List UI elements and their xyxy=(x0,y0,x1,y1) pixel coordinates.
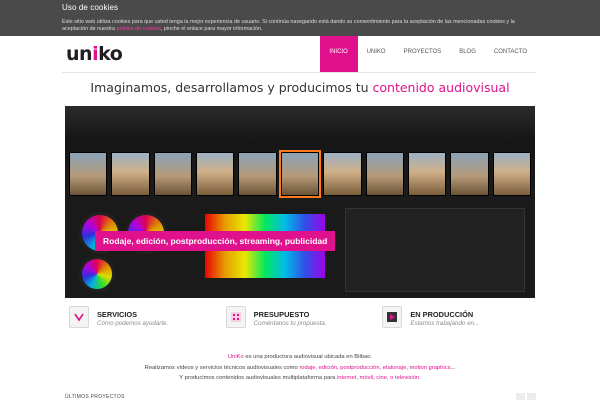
about-line-3: Y producimos contenidos audiovisuales mu… xyxy=(0,373,600,384)
uniko-logo[interactable]: uniko xyxy=(66,43,123,65)
cookie-banner: Uso de cookies Este sitio web utiliza co… xyxy=(0,0,600,36)
about-line-1: UniKo es una productora audiovisual ubic… xyxy=(0,352,600,363)
film-frame xyxy=(323,152,362,196)
projects-title: ÚLTIMOS PROYECTOS xyxy=(65,394,125,400)
about-text: UniKo es una productora audiovisual ubic… xyxy=(0,352,600,384)
logo-text-pre: un xyxy=(66,43,93,65)
prev-arrow-icon[interactable] xyxy=(516,393,525,400)
tagline: Imaginamos, desarrollamos y producimos t… xyxy=(0,80,600,95)
film-frame xyxy=(450,152,489,196)
about-line-3-pre: Y producimos contenidos audiovisuales mu… xyxy=(179,375,337,381)
film-icon xyxy=(382,306,403,328)
color-wheel-icon xyxy=(79,256,115,292)
projects-nav xyxy=(516,393,536,400)
film-frame xyxy=(196,152,235,196)
editor-toolbar-image xyxy=(65,106,535,140)
service-title: SERVICIOS xyxy=(97,310,138,319)
about-platforms-links[interactable]: internet, móvil, cine, o televisión xyxy=(337,375,419,381)
film-frame xyxy=(407,152,447,196)
nav-item-proyectos[interactable]: PROYECTOS xyxy=(395,36,451,72)
film-frame xyxy=(278,150,322,198)
film-frame xyxy=(153,152,193,196)
hero-slider[interactable]: Rodaje, edición, postproducción, streami… xyxy=(65,106,535,298)
service-title: EN PRODUCCIÓN xyxy=(410,310,474,319)
site-header: uniko INICIO UNIKO PROYECTOS BLOG CONTAC… xyxy=(62,36,536,72)
cookie-title: Uso de cookies xyxy=(62,3,119,12)
cookie-text: Este sitio web utiliza cookies para que … xyxy=(62,19,538,33)
cookie-policy-link[interactable]: política de cookies xyxy=(117,26,161,32)
nav-item-uniko[interactable]: UNIKO xyxy=(358,36,395,72)
service-subtitle: Coméntanos tu propuesta. xyxy=(253,320,327,327)
about-brand[interactable]: UniKo xyxy=(228,354,244,360)
next-arrow-icon[interactable] xyxy=(527,393,536,400)
film-frame xyxy=(69,152,108,196)
film-frame xyxy=(365,152,404,196)
film-frame xyxy=(238,152,277,196)
about-services-links[interactable]: rodaje, edición, postproducción, etalona… xyxy=(299,365,450,371)
service-en-produccion[interactable]: EN PRODUCCIÓN Estamos trabajando en... xyxy=(378,304,535,338)
filmstrip-image xyxy=(65,146,535,200)
tagline-highlight: contenido audiovisual xyxy=(372,80,510,95)
cookie-text-after: , pinche el enlace para mayor informació… xyxy=(160,26,263,32)
nav-item-blog[interactable]: BLOG xyxy=(450,36,485,72)
film-frame xyxy=(492,152,531,196)
tag-icon xyxy=(69,306,89,328)
about-line-2-post: ... xyxy=(450,364,456,371)
nav-item-inicio[interactable]: INICIO xyxy=(319,36,358,72)
about-line-2: Realizamos vídeos y servicios técnicos a… xyxy=(0,363,600,374)
hero-caption: Rodaje, edición, postproducción, streami… xyxy=(95,231,336,251)
service-presupuesto[interactable]: PRESUPUESTO Coméntanos tu propuesta. xyxy=(222,304,379,338)
about-line-1-rest: es una productora audiovisual ubicada en… xyxy=(243,354,373,360)
film-frame xyxy=(111,152,150,196)
tagline-main: Imaginamos, desarrollamos y producimos t… xyxy=(90,80,373,95)
header-divider xyxy=(62,72,536,73)
services-row: SERVICIOS Cómo podemos ayudarte. PRESUPU… xyxy=(65,304,535,338)
about-line-3-post: . xyxy=(419,375,421,381)
main-nav: INICIO UNIKO PROYECTOS BLOG CONTACTO xyxy=(319,36,536,72)
about-line-2-pre: Realizamos vídeos y servicios técnicos a… xyxy=(144,364,300,371)
logo-text-post: ko xyxy=(98,43,123,65)
service-subtitle: Estamos trabajando en... xyxy=(410,320,480,327)
nav-item-contacto[interactable]: CONTACTO xyxy=(485,36,536,72)
service-servicios[interactable]: SERVICIOS Cómo podemos ayudarte. xyxy=(65,304,222,338)
service-subtitle: Cómo podemos ayudarte. xyxy=(97,320,169,327)
keyframes-panel xyxy=(345,208,525,292)
service-title: PRESUPUESTO xyxy=(253,310,310,319)
calculator-icon xyxy=(225,306,246,328)
